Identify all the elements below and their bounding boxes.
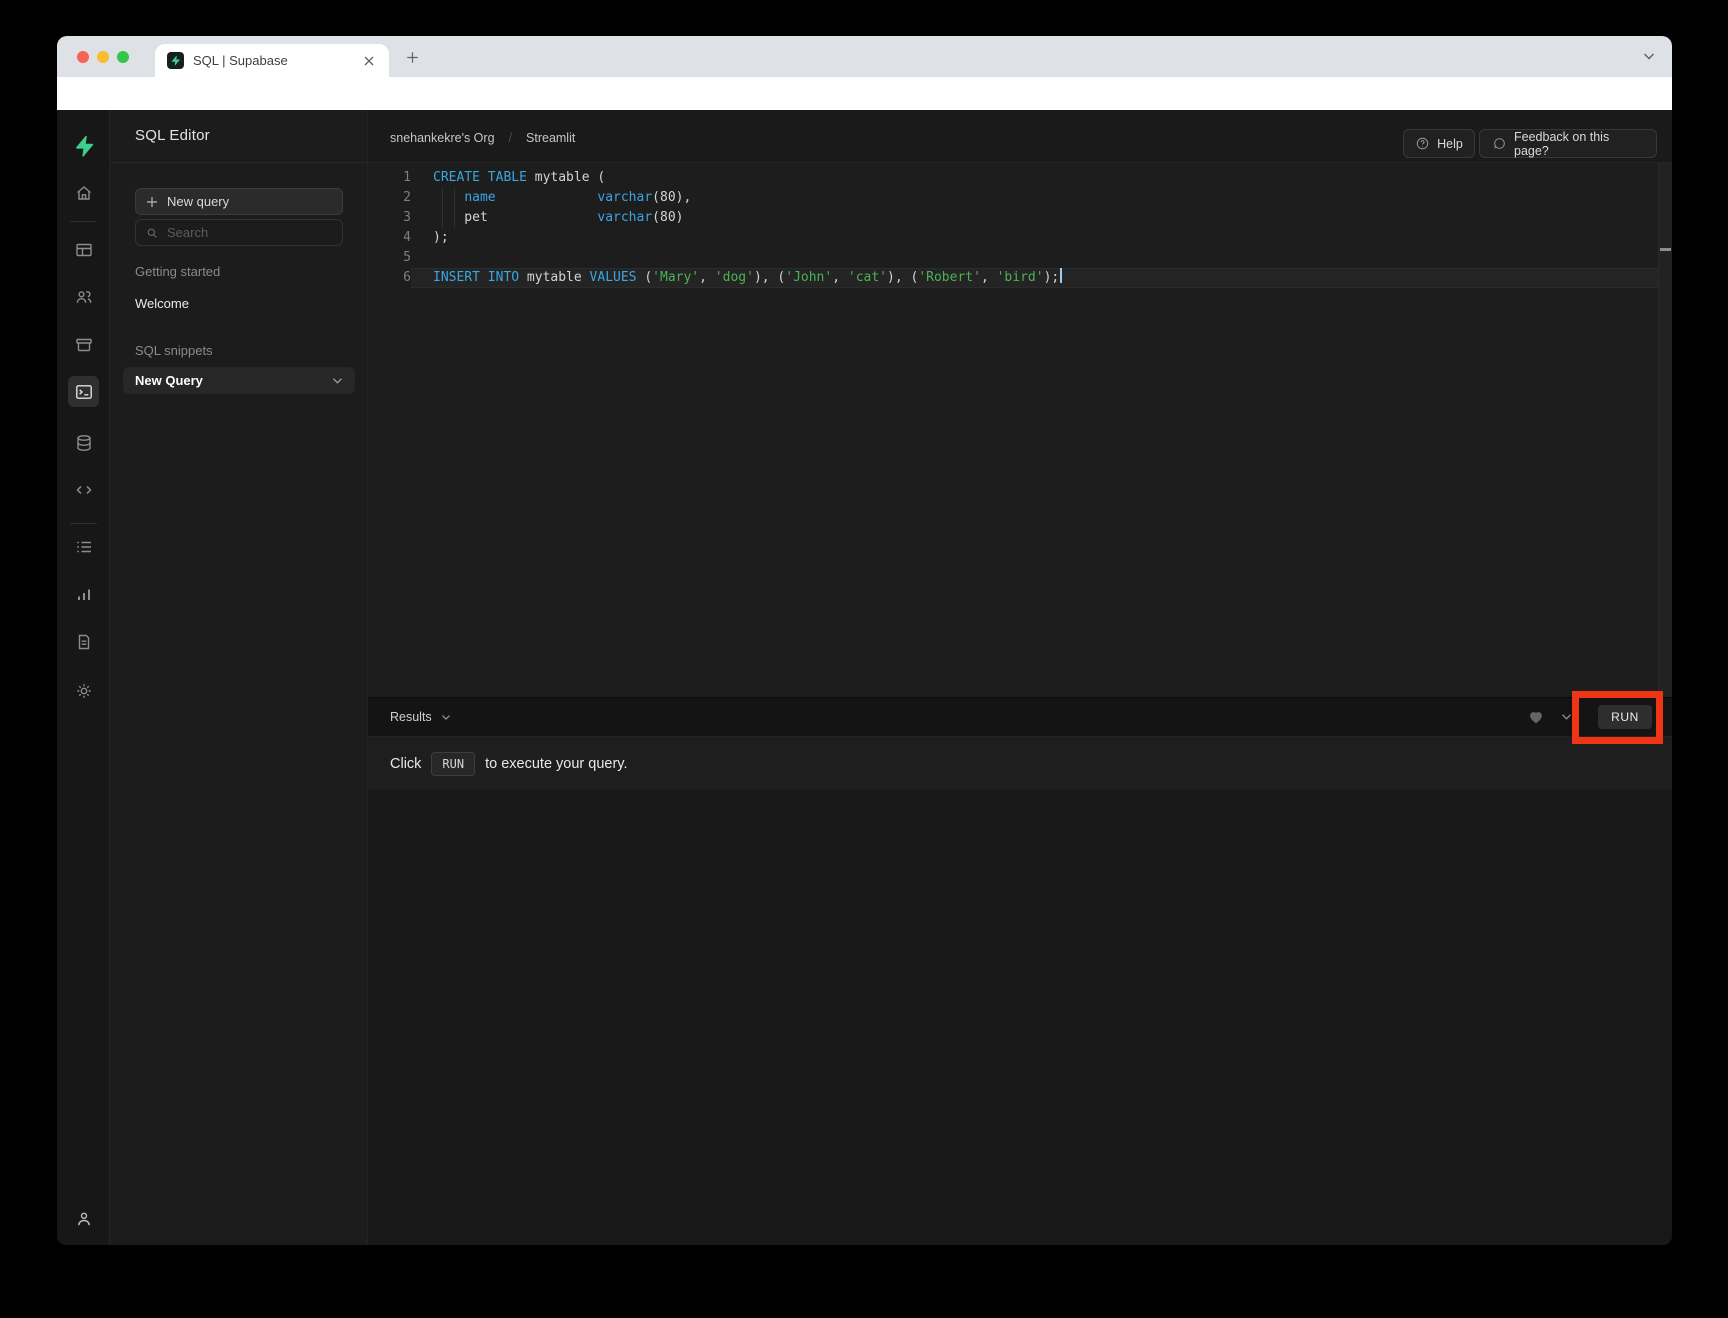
tab-close-icon[interactable] xyxy=(361,53,377,69)
nav-rail xyxy=(57,110,110,1245)
feedback-button[interactable]: Feedback on this page? xyxy=(1479,129,1657,158)
run-button-annotation-box xyxy=(1572,691,1663,744)
new-tab-button[interactable] xyxy=(405,50,420,65)
line-number: 4 xyxy=(368,228,411,248)
favorite-heart-icon[interactable] xyxy=(1527,708,1545,726)
line-number: 2 xyxy=(368,188,411,208)
feedback-button-label: Feedback on this page? xyxy=(1514,130,1644,158)
auth-users-icon[interactable] xyxy=(74,287,94,307)
browser-toolbar: app.supabase.io/project/pldexcuqrnyedang… xyxy=(57,77,1672,110)
chevron-down-icon[interactable] xyxy=(332,377,343,385)
search-icon xyxy=(145,226,159,240)
chevron-down-icon xyxy=(441,714,451,721)
window-minimize-button[interactable] xyxy=(97,51,109,63)
breadcrumb-org[interactable]: snehankekre's Org xyxy=(390,131,495,145)
sql-editor-panel xyxy=(110,110,368,1245)
results-dropdown-label: Results xyxy=(390,710,432,724)
results-message: Click RUN to execute your query. xyxy=(390,750,628,777)
rail-divider xyxy=(70,523,97,524)
new-query-button[interactable]: New query xyxy=(135,188,343,215)
run-options-chevron-icon[interactable] xyxy=(1561,713,1572,721)
editor-scrollbar-gutter[interactable] xyxy=(1659,163,1672,697)
account-person-icon[interactable] xyxy=(74,1209,94,1229)
reports-chart-icon[interactable] xyxy=(74,584,94,604)
database-icon[interactable] xyxy=(74,433,94,453)
code-line[interactable]: 4 ); xyxy=(368,228,1658,248)
docs-file-icon[interactable] xyxy=(74,632,94,652)
tab-search-chevron-icon[interactable] xyxy=(1643,52,1655,61)
new-query-button-label: New query xyxy=(167,194,229,209)
section-getting-started: Getting started xyxy=(135,264,220,279)
help-button-label: Help xyxy=(1437,137,1463,151)
results-dropdown[interactable]: Results xyxy=(390,710,451,724)
run-kbd-badge: RUN xyxy=(431,752,475,776)
window-zoom-button[interactable] xyxy=(117,51,129,63)
scrollbar-cursor-marker xyxy=(1660,248,1671,251)
sidebar-item-welcome[interactable]: Welcome xyxy=(135,296,189,311)
tab-title: SQL | Supabase xyxy=(193,53,288,68)
logs-list-icon[interactable] xyxy=(74,537,94,557)
settings-gear-icon[interactable] xyxy=(74,681,94,701)
line-number: 3 xyxy=(368,208,411,228)
supabase-favicon-icon xyxy=(167,52,184,69)
sql-editor-icon[interactable] xyxy=(74,382,94,402)
text-cursor xyxy=(1060,268,1062,283)
message-suffix: to execute your query. xyxy=(485,756,627,772)
rail-divider xyxy=(70,221,97,222)
help-button[interactable]: Help xyxy=(1403,129,1475,158)
plus-icon xyxy=(146,196,158,208)
code-line[interactable]: 2 name varchar(80), xyxy=(368,188,1658,208)
code-line[interactable]: 5 xyxy=(368,248,1658,268)
message-prefix: Click xyxy=(390,756,421,772)
breadcrumb: snehankekre's Org / Streamlit xyxy=(390,131,575,145)
help-icon xyxy=(1415,136,1430,151)
storage-icon[interactable] xyxy=(74,335,94,355)
sidebar-item-new-query[interactable]: New Query xyxy=(123,367,355,394)
feedback-icon xyxy=(1492,136,1507,151)
browser-tab[interactable]: SQL | Supabase xyxy=(155,44,389,77)
results-bar xyxy=(368,697,1672,737)
home-icon[interactable] xyxy=(74,183,94,203)
code-line[interactable]: 3 pet varchar(80) xyxy=(368,208,1658,228)
window-close-button[interactable] xyxy=(77,51,89,63)
browser-window: SQL | Supabase app.supabase.io/project/p… xyxy=(57,36,1672,1245)
snippet-search[interactable] xyxy=(135,219,343,246)
breadcrumb-project[interactable]: Streamlit xyxy=(526,131,575,145)
code-line[interactable]: 6 INSERT INTO mytable VALUES ('Mary', 'd… xyxy=(368,268,1658,288)
supabase-logo-icon[interactable] xyxy=(72,134,92,154)
api-code-icon[interactable] xyxy=(74,480,94,500)
tab-strip: SQL | Supabase xyxy=(57,36,1672,77)
line-number: 6 xyxy=(368,268,411,288)
search-input[interactable] xyxy=(167,225,317,240)
snippet-label: New Query xyxy=(135,373,203,388)
breadcrumb-separator: / xyxy=(509,131,512,145)
code-line[interactable]: 1 CREATE TABLE mytable ( xyxy=(368,168,1658,188)
table-editor-icon[interactable] xyxy=(74,240,94,260)
line-number: 5 xyxy=(368,248,411,268)
section-sql-snippets: SQL snippets xyxy=(135,343,213,358)
panel-title: SQL Editor xyxy=(135,127,210,144)
panel-header-divider xyxy=(110,162,368,163)
results-empty-area xyxy=(368,790,1672,1245)
line-number: 1 xyxy=(368,168,411,188)
